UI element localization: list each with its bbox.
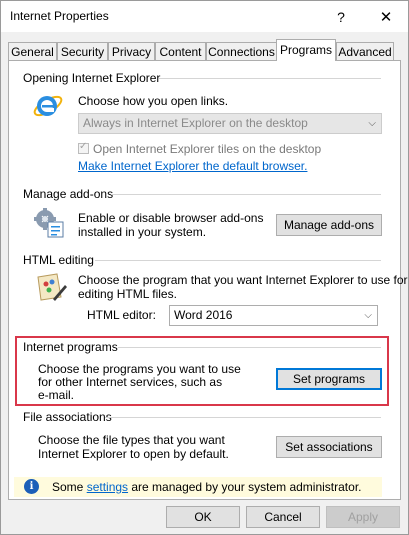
internet-properties-dialog: Internet Properties ? ✕ General Security… <box>0 0 409 535</box>
section-divider <box>118 347 381 348</box>
opening-ie-title: Opening Internet Explorer <box>23 71 161 85</box>
admin-info-bar: i Some settings are managed by your syst… <box>14 477 382 497</box>
ok-button[interactable]: OK <box>166 506 240 528</box>
internet-programs-description-line2: for other Internet services, such as <box>38 375 223 389</box>
tab-advanced[interactable]: Advanced <box>336 42 394 60</box>
file-associations-description-line2: Internet Explorer to open by default. <box>38 447 229 461</box>
html-editing-description-line2: editing HTML files. <box>78 287 177 301</box>
internet-explorer-icon <box>33 95 63 117</box>
section-divider <box>111 194 381 195</box>
settings-link[interactable]: settings <box>87 480 128 494</box>
opening-ie-description: Choose how you open links. <box>78 94 229 108</box>
info-bar-text: Some settings are managed by your system… <box>52 480 361 494</box>
set-programs-button[interactable]: Set programs <box>276 368 382 390</box>
html-editor-label: HTML editor: <box>87 308 156 322</box>
html-editing-description-line1: Choose the program that you want Interne… <box>78 273 408 287</box>
tab-programs[interactable]: Programs <box>276 39 336 61</box>
chevron-down-icon: ⌵ <box>368 118 376 129</box>
tab-privacy[interactable]: Privacy <box>108 42 155 60</box>
file-associations-title: File associations <box>23 410 112 424</box>
internet-programs-description-line3: e-mail. <box>38 388 75 402</box>
internet-programs-title: Internet programs <box>23 340 118 354</box>
addons-description-line1: Enable or disable browser add-ons <box>78 211 264 225</box>
set-associations-button[interactable]: Set associations <box>276 436 382 458</box>
info-icon: i <box>24 479 39 494</box>
addons-gear-icon <box>34 208 64 238</box>
help-button[interactable]: ? <box>319 1 363 32</box>
apply-button[interactable]: Apply <box>326 506 400 528</box>
open-tiles-checkbox[interactable] <box>78 141 89 154</box>
open-links-dropdown-value: Always in Internet Explorer on the deskt… <box>83 116 308 130</box>
tab-content[interactable]: Content <box>155 42 206 60</box>
info-bar-prefix: Some <box>52 480 87 494</box>
chevron-down-icon: ⌵ <box>364 310 372 321</box>
tab-strip: General Security Privacy Content Connect… <box>1 39 408 61</box>
section-divider <box>95 260 381 261</box>
html-editing-title: HTML editing <box>23 253 94 267</box>
html-editor-icon <box>37 273 67 301</box>
internet-programs-description-line1: Choose the programs you want to use <box>38 362 241 376</box>
manage-addons-title: Manage add-ons <box>23 187 114 201</box>
tab-connections[interactable]: Connections <box>206 42 277 60</box>
close-button[interactable]: ✕ <box>364 1 408 32</box>
open-links-dropdown[interactable]: Always in Internet Explorer on the deskt… <box>78 113 382 134</box>
file-associations-description-line1: Choose the file types that you want <box>38 433 225 447</box>
tab-general[interactable]: General <box>8 42 57 60</box>
make-default-link[interactable]: Make Internet Explorer the default brows… <box>78 159 307 173</box>
html-editor-dropdown-value: Word 2016 <box>174 308 233 322</box>
html-editor-dropdown[interactable]: Word 2016 ⌵ <box>169 305 378 326</box>
section-divider <box>105 417 381 418</box>
info-bar-suffix: are managed by your system administrator… <box>128 480 362 494</box>
manage-addons-button[interactable]: Manage add-ons <box>276 214 382 236</box>
tab-security[interactable]: Security <box>57 42 108 60</box>
addons-description-line2: installed in your system. <box>78 225 207 239</box>
title-bar: Internet Properties ? ✕ <box>1 1 408 32</box>
window-title: Internet Properties <box>10 9 109 23</box>
section-divider <box>159 78 381 79</box>
open-tiles-label: Open Internet Explorer tiles on the desk… <box>93 142 322 156</box>
cancel-button[interactable]: Cancel <box>246 506 320 528</box>
